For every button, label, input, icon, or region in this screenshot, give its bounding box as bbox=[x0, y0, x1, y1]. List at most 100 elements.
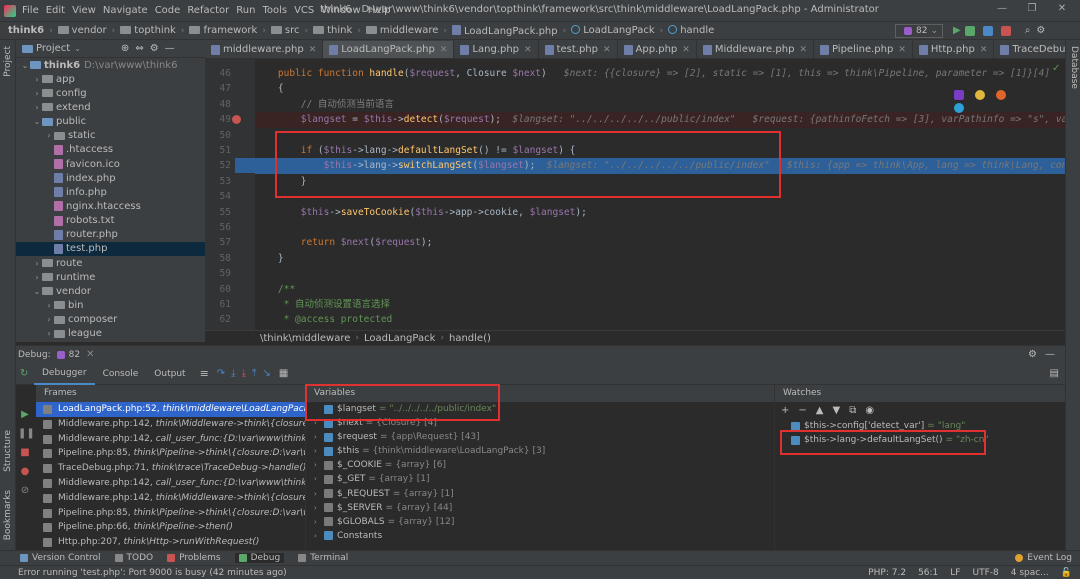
expand-arrow-icon[interactable]: › bbox=[314, 487, 324, 501]
tab-pipeline-php[interactable]: Pipeline.php ✕ bbox=[814, 40, 913, 58]
collapsed-arrow-icon[interactable]: › bbox=[44, 131, 54, 140]
code-line[interactable]: * 自动侦测设置语言选择 bbox=[255, 297, 1065, 312]
code-line[interactable]: return $next($request); bbox=[255, 235, 1065, 250]
indent-setting[interactable]: 4 spac... bbox=[1011, 568, 1049, 578]
code-line[interactable]: } bbox=[255, 174, 1065, 189]
menu-item-edit[interactable]: Edit bbox=[46, 5, 65, 16]
menu-item-refactor[interactable]: Refactor bbox=[187, 5, 229, 16]
collapsed-arrow-icon[interactable]: › bbox=[44, 315, 54, 324]
close-tab-icon[interactable]: ✕ bbox=[980, 45, 988, 55]
caret-position[interactable]: 56:1 bbox=[918, 568, 938, 578]
menu-item-file[interactable]: File bbox=[22, 5, 39, 16]
tree-item-bin[interactable]: › bin bbox=[16, 298, 205, 312]
tree-root[interactable]: ⌄ think6 D:\var\www\think6 bbox=[16, 58, 205, 72]
code-line[interactable]: } bbox=[255, 251, 1065, 266]
breadcrumb-item[interactable]: think6 bbox=[8, 25, 44, 36]
frame-row[interactable]: Middleware.php:142, think\Middleware->thi… bbox=[36, 491, 305, 506]
watch-row[interactable]: $this->config['detect_var'] = "lang" bbox=[775, 419, 1065, 433]
variable-row[interactable]: › $this = {think\middleware\LoadLangPack} … bbox=[306, 444, 774, 458]
tab-loadlangpack-php[interactable]: LoadLangPack.php ✕ bbox=[323, 41, 455, 58]
code-line[interactable]: $this->saveToCookie($this->app->cookie, … bbox=[255, 205, 1065, 220]
move-down-icon[interactable]: ▼ bbox=[832, 405, 840, 416]
tab-http-php[interactable]: Http.php ✕ bbox=[913, 40, 995, 58]
tree-item-nginxhtaccess[interactable]: nginx.htaccess bbox=[16, 199, 205, 213]
menu-item-run[interactable]: Run bbox=[236, 5, 255, 16]
expand-arrow-icon[interactable]: › bbox=[314, 472, 324, 486]
breadcrumb-item[interactable]: think bbox=[313, 25, 352, 36]
tab-app-php[interactable]: App.php ✕ bbox=[618, 40, 697, 58]
variable-row[interactable]: › Constants bbox=[306, 529, 774, 543]
tab-test-php[interactable]: test.php ✕ bbox=[539, 40, 618, 58]
breadcrumb-item[interactable]: LoadLangPack.php bbox=[452, 24, 558, 37]
tab-lang-php[interactable]: Lang.php ✕ bbox=[454, 40, 539, 58]
code-line[interactable] bbox=[255, 220, 1065, 235]
project-panel-title[interactable]: Project bbox=[36, 43, 70, 54]
pause-icon[interactable]: ❚❚ bbox=[18, 424, 35, 443]
close-window-icon[interactable]: ✕ bbox=[1055, 3, 1069, 17]
expand-arrow-icon[interactable]: › bbox=[314, 501, 324, 515]
database-tool-tab[interactable]: Database bbox=[1069, 46, 1079, 89]
search-icon[interactable]: ⌕ bbox=[1025, 25, 1031, 36]
expand-arrow-icon[interactable]: › bbox=[314, 515, 324, 529]
collapsed-arrow-icon[interactable]: › bbox=[32, 89, 42, 98]
debug-tab-debugger[interactable]: Debugger bbox=[34, 363, 95, 385]
close-tab-icon[interactable]: ✕ bbox=[898, 45, 906, 55]
tree-item-app[interactable]: › app bbox=[16, 72, 205, 86]
tree-item-vendor[interactable]: ⌄ vendor bbox=[16, 284, 205, 298]
frame-row[interactable]: Pipeline.php:85, think\Pipeline->think\{c… bbox=[36, 446, 305, 461]
tree-item-testphp[interactable]: test.php bbox=[16, 241, 205, 256]
tree-item-league[interactable]: › league bbox=[16, 327, 205, 341]
edge-icon[interactable] bbox=[954, 103, 964, 113]
stop-debug-icon[interactable]: ■ bbox=[18, 443, 32, 462]
debug-icon[interactable] bbox=[964, 25, 975, 36]
remove-watch-icon[interactable]: − bbox=[798, 405, 806, 416]
project-tool-tab[interactable]: Project bbox=[3, 46, 13, 77]
editor-breadcrumb-item[interactable]: LoadLangPack bbox=[364, 333, 435, 344]
breakpoint-icon[interactable] bbox=[232, 115, 241, 125]
code-line[interactable]: // 自动侦测当前语言 bbox=[255, 97, 1065, 112]
collapsed-arrow-icon[interactable]: › bbox=[32, 103, 42, 112]
tab-middleware-php[interactable]: middleware.php ✕ bbox=[205, 40, 324, 58]
expand-arrow-icon[interactable]: › bbox=[314, 444, 324, 458]
lock-icon[interactable]: 🔓 bbox=[1061, 568, 1072, 578]
bottom-tab-terminal[interactable]: Terminal bbox=[298, 553, 348, 563]
menu-icon[interactable]: ≡ bbox=[200, 367, 209, 380]
step-out-icon[interactable]: ⤒ bbox=[252, 368, 256, 379]
event-log-tab[interactable]: Event Log bbox=[1015, 553, 1072, 563]
frame-row[interactable]: Pipeline.php:85, think\Pipeline->think\{c… bbox=[36, 506, 305, 521]
tree-item-composer[interactable]: › composer bbox=[16, 313, 205, 327]
bottom-tab-problems[interactable]: Problems bbox=[167, 553, 221, 563]
tree-item-config[interactable]: › config bbox=[16, 86, 205, 100]
variable-row[interactable]: › $GLOBALS = {array} [12] bbox=[306, 515, 774, 529]
hide-panel-icon[interactable]: — bbox=[165, 43, 175, 54]
code-line[interactable]: $this->lang->switchLangSet($langset); $l… bbox=[255, 158, 1065, 174]
close-tab-icon[interactable]: ✕ bbox=[799, 45, 807, 55]
gear-icon[interactable]: ⚙ bbox=[150, 43, 159, 54]
code-line[interactable]: $langset = $this->detect($request); $lan… bbox=[255, 112, 1065, 128]
force-step-into-icon[interactable]: ⤓ bbox=[242, 368, 246, 379]
run-icon[interactable]: ▶ bbox=[953, 25, 961, 36]
coverage-icon[interactable] bbox=[982, 25, 993, 36]
collapsed-arrow-icon[interactable]: › bbox=[32, 259, 42, 268]
menu-item-navigate[interactable]: Navigate bbox=[103, 5, 148, 16]
settings-icon[interactable]: ⚙ bbox=[1036, 25, 1045, 36]
menu-item-code[interactable]: Code bbox=[155, 5, 181, 16]
tree-item-routerphp[interactable]: router.php bbox=[16, 228, 205, 242]
frame-row[interactable]: TraceDebug.php:71, think\trace\TraceDebug… bbox=[36, 461, 305, 476]
variable-row[interactable]: $langset = "../../../../../public/index" bbox=[306, 402, 774, 416]
breadcrumb-item[interactable]: src bbox=[270, 25, 300, 36]
variable-row[interactable]: › $_SERVER = {array} [44] bbox=[306, 501, 774, 515]
step-into-icon[interactable]: ⤓ bbox=[231, 368, 235, 379]
add-watch-icon[interactable]: + bbox=[781, 405, 789, 416]
expand-arrow-icon[interactable]: › bbox=[314, 529, 324, 543]
step-over-icon[interactable]: ↷ bbox=[217, 368, 225, 379]
tree-item-public[interactable]: ⌄ public bbox=[16, 115, 205, 129]
structure-tool-tab[interactable]: Structure bbox=[3, 430, 13, 472]
run-config-select[interactable]: 82 ⌄ bbox=[895, 23, 943, 38]
variable-row[interactable]: › $_COOKIE = {array} [6] bbox=[306, 458, 774, 472]
bottom-tab-debug[interactable]: Debug bbox=[234, 553, 285, 563]
collapsed-arrow-icon[interactable]: › bbox=[32, 273, 42, 282]
variable-row[interactable]: › $request = {app\Request} [43] bbox=[306, 430, 774, 444]
mute-breakpoints-icon[interactable]: ⊘ bbox=[18, 481, 32, 500]
resume-icon[interactable]: ▶ bbox=[18, 405, 32, 424]
